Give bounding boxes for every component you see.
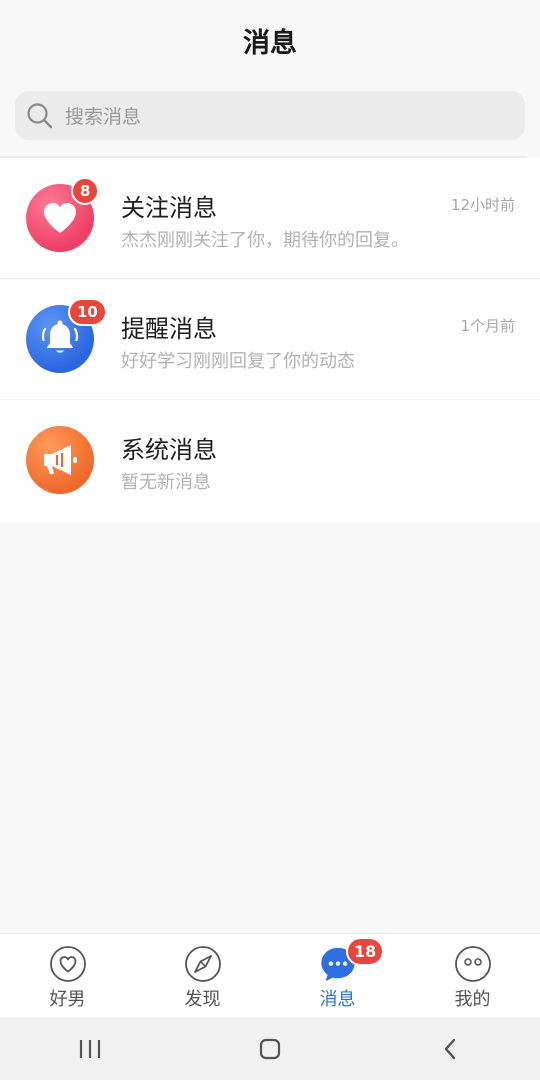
message-list: 8 关注消息 杰杰刚刚关注了你，期待你的回复。 12小时前 10 提醒消息 好好… (0, 158, 540, 522)
tab-label-haonan: 好男 (49, 989, 86, 1010)
recent-apps-button[interactable] (60, 1029, 120, 1069)
tab-label-messages: 消息 (319, 989, 356, 1010)
tab-haonan[interactable]: 好男 (0, 934, 135, 1017)
tab-discover[interactable]: 发现 (135, 934, 270, 1017)
search-icon (25, 101, 55, 131)
reminder-time: 1个月前 (460, 317, 515, 335)
tab-messages[interactable]: 消息 18 (270, 934, 405, 1017)
recent-apps-icon (79, 1039, 101, 1058)
reminder-name: 提醒消息 (121, 315, 217, 343)
search-bar[interactable]: 搜索消息 (15, 91, 525, 140)
page-title: 消息 (243, 27, 297, 59)
back-button[interactable] (420, 1029, 480, 1069)
follow-badge: 8 (71, 177, 100, 205)
follow-name: 关注消息 (121, 194, 217, 222)
home-button[interactable] (240, 1029, 300, 1069)
heart-outline-icon (49, 945, 87, 983)
tab-label-discover: 发现 (184, 989, 221, 1010)
messages-tab-badge: 18 (346, 937, 385, 966)
system-avatar (26, 426, 94, 494)
follow-preview: 杰杰刚刚关注了你，期待你的回复。 (121, 230, 409, 251)
home-icon (259, 1038, 281, 1059)
face-icon (454, 945, 492, 983)
heart-icon (44, 203, 76, 233)
message-item-system[interactable]: 系统消息 暂无新消息 (0, 400, 540, 522)
compass-icon (184, 945, 222, 983)
message-item-reminder[interactable]: 10 提醒消息 好好学习刚刚回复了你的动态 1个月前 (0, 279, 540, 400)
search-placeholder: 搜索消息 (65, 106, 142, 128)
reminder-preview: 好好学习刚刚回复了你的动态 (121, 351, 355, 372)
message-item-follow[interactable]: 8 关注消息 杰杰刚刚关注了你，期待你的回复。 12小时前 (0, 158, 540, 279)
tab-label-mine: 我的 (454, 989, 491, 1010)
follow-time: 12小时前 (450, 196, 515, 214)
header: 消息 (0, 0, 540, 82)
system-name: 系统消息 (121, 436, 217, 464)
reminder-badge: 10 (68, 298, 107, 326)
system-navigation-bar (0, 1017, 540, 1080)
back-icon (444, 1038, 456, 1059)
megaphone-icon (44, 445, 77, 475)
tab-mine[interactable]: 我的 (405, 934, 540, 1017)
tab-bar: 好男 发现 消息 18 我的 (0, 933, 540, 1017)
system-preview: 暂无新消息 (121, 472, 211, 493)
